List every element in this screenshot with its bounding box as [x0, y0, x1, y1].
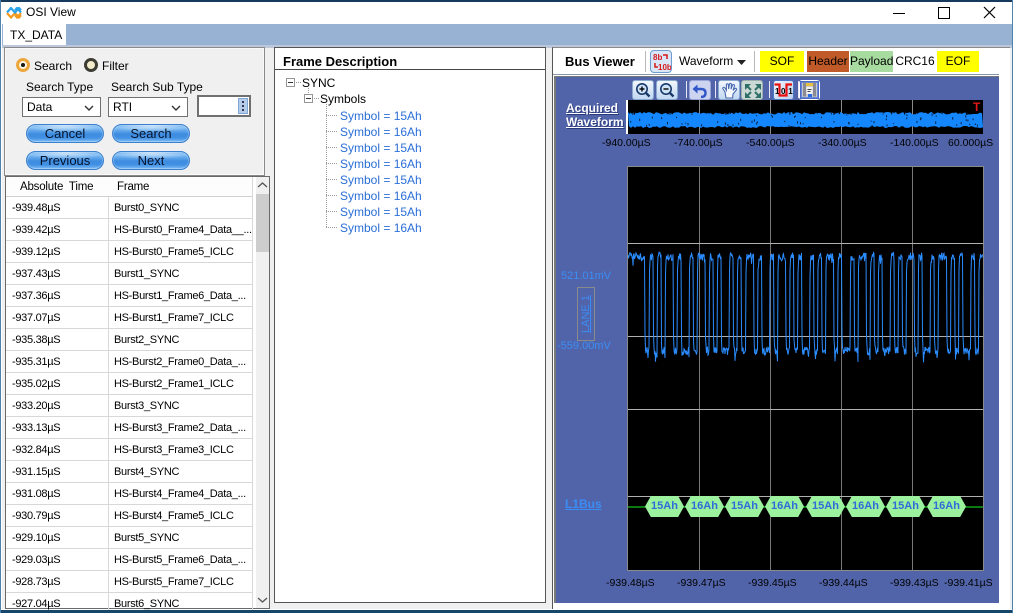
- svg-text:1: 1: [788, 87, 793, 96]
- svg-text:1: 1: [775, 87, 780, 96]
- svg-text:10b: 10b: [658, 63, 671, 72]
- svg-text:0: 0: [781, 87, 786, 96]
- svg-text:8b: 8b: [653, 53, 662, 62]
